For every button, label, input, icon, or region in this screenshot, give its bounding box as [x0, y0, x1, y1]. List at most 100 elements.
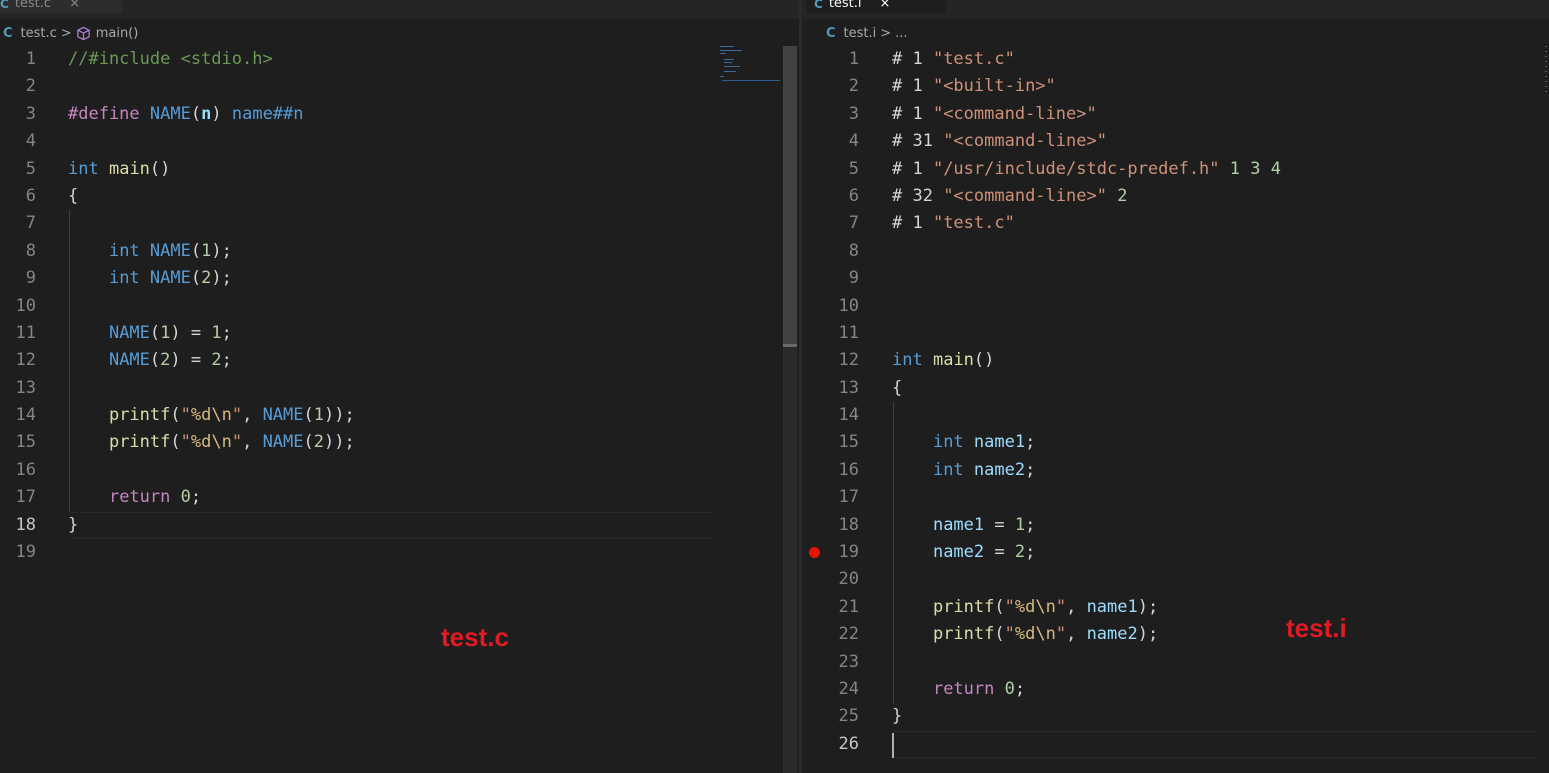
tab-test-c[interactable]: C test.c × [0, 0, 122, 13]
code-text: } [892, 706, 903, 727]
tab-test-i[interactable]: C test.i × [806, 0, 946, 13]
c-file-icon: C [0, 0, 9, 11]
scrollbar-cursor-mark [783, 344, 797, 347]
minimap-line [724, 59, 734, 60]
annotation-label-test-c: test.c [441, 622, 509, 652]
code-text: NAME(1) = 1; [108, 322, 232, 343]
breadcrumb-more[interactable]: ... [895, 26, 907, 41]
minimap-line [724, 62, 732, 63]
code-text: # 1 "/usr/include/stdc-predef.h" 1 3 4 [892, 158, 1281, 179]
code-text: return 0; [108, 487, 202, 508]
code-text: int main() [892, 350, 995, 371]
line-number: 18 [838, 514, 859, 535]
c-file-icon: C [814, 0, 823, 11]
line-number: 16 [838, 459, 859, 480]
code-text: int name2; [932, 459, 1036, 480]
line-number: 15 [838, 432, 859, 453]
line-number: 1 [25, 49, 36, 69]
close-icon[interactable]: × [69, 0, 80, 11]
close-icon[interactable]: × [880, 0, 891, 11]
line-number: 4 [848, 131, 859, 152]
line-number: 25 [838, 706, 859, 727]
minimap[interactable] [718, 46, 780, 82]
line-number: 16 [15, 459, 36, 480]
line-number: 2 [848, 76, 859, 97]
line-number: 19 [15, 542, 36, 563]
editor-pane-right: C test.i × C test.i > ... 1 # 1 "test.c" 2… [802, 0, 1549, 773]
line-number: 17 [838, 487, 859, 508]
line-number: 24 [838, 678, 859, 699]
breadcrumb-file[interactable]: test.c [21, 26, 57, 41]
code-text: #define NAME(n) name##n [68, 103, 304, 124]
line-number: 9 [25, 268, 36, 289]
line-number: 14 [838, 405, 859, 426]
code-text: # 1 "<command-line>" [892, 103, 1097, 124]
code-text: # 1 "test.c" [892, 49, 1015, 69]
line-number: 7 [25, 213, 36, 234]
code-text: printf("%d\n", NAME(1)); [108, 405, 355, 426]
line-number: 8 [848, 240, 859, 261]
line-number: 11 [838, 322, 859, 343]
tab-label: test.c [14, 0, 52, 11]
tab-bar: C test.i × [802, 0, 1549, 19]
code-text: # 31 "<command-line>" [892, 131, 1107, 152]
code-text: printf("%d\n", name1); [932, 596, 1159, 617]
line-number: 11 [15, 322, 36, 343]
code-text: int NAME(2); [108, 268, 232, 289]
code-text: # 1 "test.c" [892, 213, 1015, 234]
breadcrumb-file[interactable]: test.i [844, 26, 877, 41]
line-number: 9 [848, 268, 859, 289]
line-number: 7 [848, 213, 859, 234]
code-text: return 0; [932, 678, 1026, 699]
code-text: int NAME(1); [108, 240, 232, 261]
code-text: int name1; [932, 432, 1036, 453]
scrollbar-thumb[interactable] [783, 46, 797, 346]
chevron-right-icon: > [60, 25, 72, 41]
code-text: printf("%d\n", name2); [932, 624, 1159, 645]
line-number: 15 [15, 432, 36, 453]
code-text: { [68, 185, 79, 206]
current-line-highlight [68, 511, 712, 540]
indent-guide [69, 210, 70, 512]
cube-icon [76, 26, 90, 40]
code-text: int main() [68, 158, 171, 179]
line-number: 10 [838, 295, 859, 316]
c-file-icon: C [826, 25, 836, 41]
tab-label: test.i [828, 0, 862, 11]
breadcrumb-symbol[interactable]: main() [96, 26, 139, 41]
editor-pane-left: C test.c × C test.c > main() 1 //#include… [0, 0, 799, 773]
code-text: NAME(2) = 2; [108, 350, 232, 371]
line-number: 21 [838, 596, 859, 617]
line-number: 22 [838, 624, 859, 645]
minimap-line [720, 50, 742, 51]
code-text: name1 = 1; [932, 514, 1036, 535]
line-number: 6 [25, 185, 36, 206]
code-text: //#include <stdio.h> [68, 49, 273, 69]
code-text: name2 = 2; [932, 542, 1036, 563]
line-number: 10 [15, 295, 36, 316]
indent-guide [893, 402, 894, 704]
overview-ruler [1545, 46, 1547, 101]
line-number: 18 [15, 514, 36, 535]
annotation-label-test-i: test.i [1286, 613, 1347, 643]
line-number: 6 [848, 185, 859, 206]
minimap-viewport [722, 80, 780, 81]
breadcrumb: C test.c > main() [3, 22, 138, 44]
line-number: 17 [15, 487, 36, 508]
code-text: { [892, 377, 903, 398]
line-number: 5 [848, 158, 859, 179]
line-number: 12 [15, 350, 36, 371]
line-number: 2 [25, 76, 36, 97]
line-number: 3 [848, 103, 859, 124]
breadcrumb: C test.i > ... [826, 22, 908, 44]
vertical-scrollbar[interactable] [783, 46, 797, 773]
code-text: # 1 "<built-in>" [892, 76, 1056, 97]
line-number: 8 [25, 240, 36, 261]
line-number: 1 [848, 49, 859, 69]
line-number: 5 [25, 158, 36, 179]
breakpoint-icon[interactable] [809, 547, 820, 559]
line-number: 12 [838, 350, 859, 371]
chevron-right-icon: > [880, 25, 892, 41]
line-number: 3 [25, 103, 36, 124]
minimap-line [724, 71, 736, 72]
